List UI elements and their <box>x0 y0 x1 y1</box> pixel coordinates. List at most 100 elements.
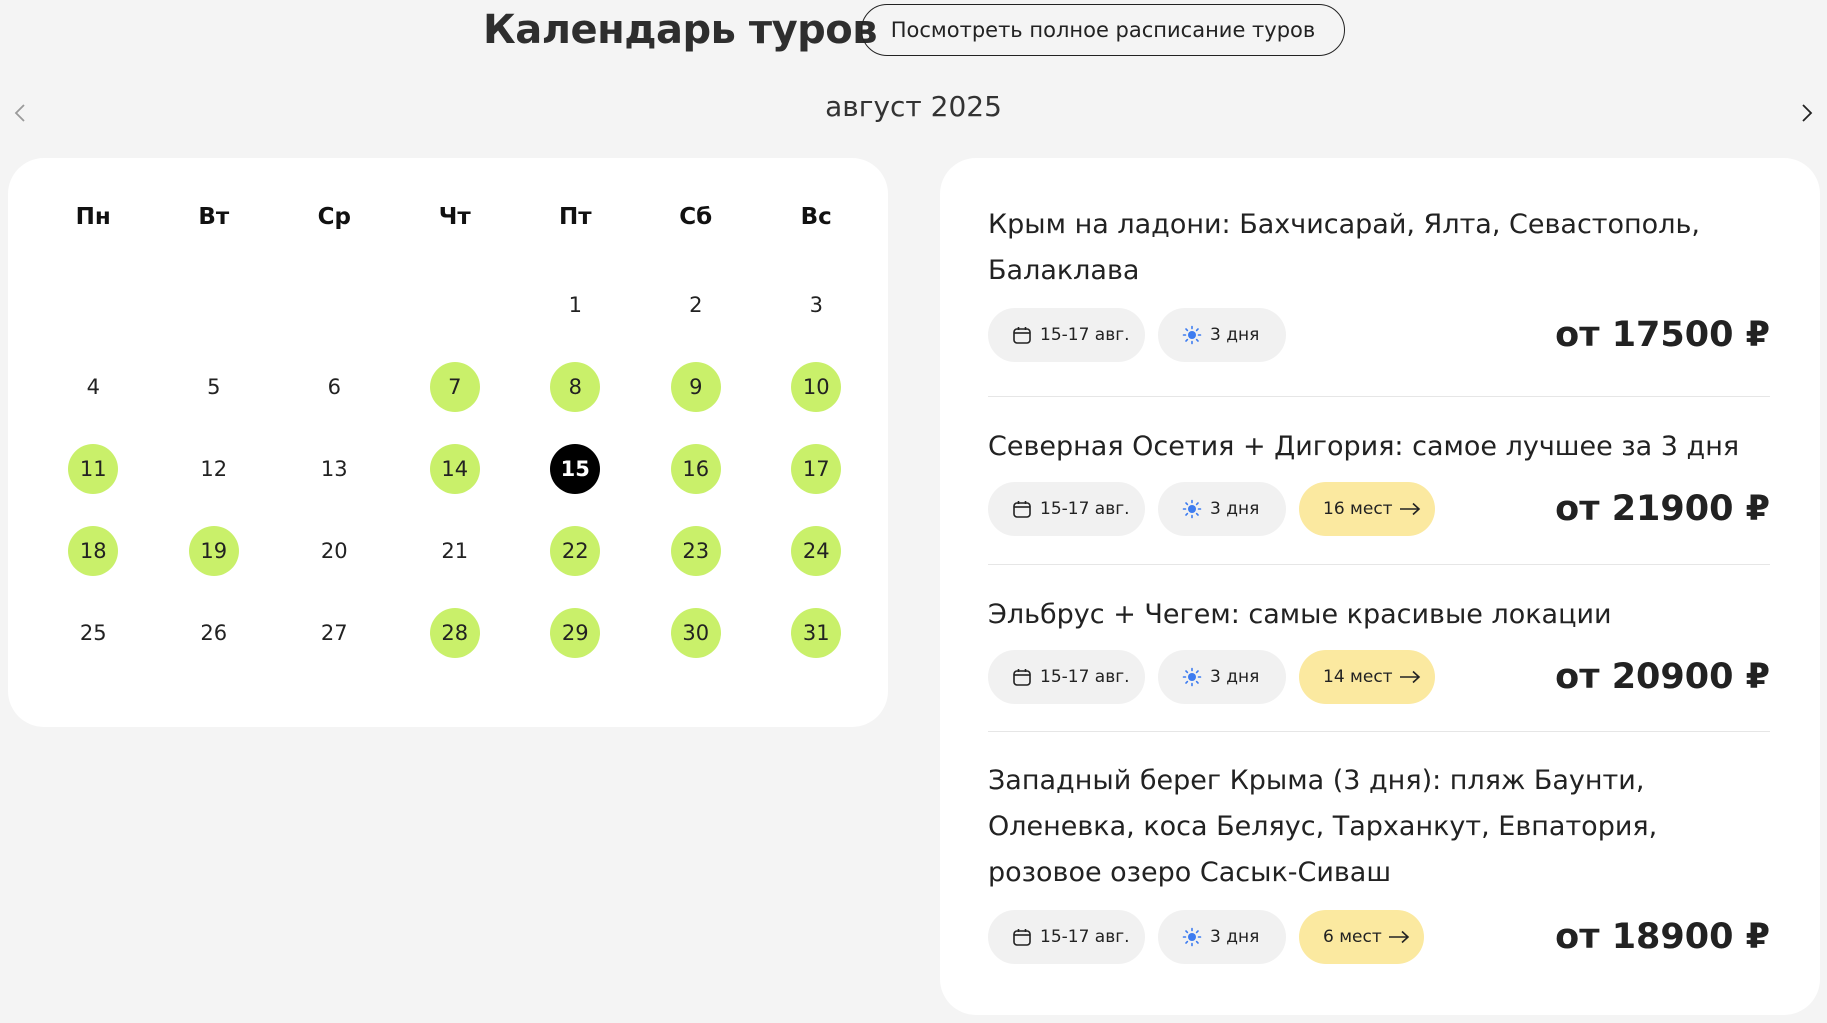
day-available[interactable]: 9 <box>670 362 721 412</box>
day: 2 <box>689 293 703 317</box>
tour-price: от 17500 ₽ <box>1555 315 1770 355</box>
day-available[interactable]: 8 <box>550 362 601 412</box>
tour-item: Северная Осетия + Дигория: самое лучшее … <box>988 424 1770 536</box>
tour-duration-chip: 3 дня <box>1158 910 1286 964</box>
page-title: Календарь туров <box>483 7 878 53</box>
tour-title[interactable]: Эльбрус + Чегем: самые красивые локации <box>988 592 1770 638</box>
day-cell: 20 <box>274 526 395 576</box>
day-cell: 28 <box>395 608 516 658</box>
day-cell: 9 <box>636 362 757 412</box>
divider <box>988 731 1770 732</box>
day: 25 <box>79 621 107 645</box>
tour-item: Западный берег Крыма (3 дня): пляж Баунт… <box>988 758 1770 964</box>
day-cell: 26 <box>154 608 275 658</box>
seats-label: 14 мест <box>1323 667 1393 687</box>
day-empty <box>309 280 359 330</box>
day-available[interactable]: 18 <box>68 526 119 576</box>
day: 1 <box>568 293 582 317</box>
day: 27 <box>320 621 348 645</box>
seats-label: 16 мест <box>1323 499 1393 519</box>
day-cell: 1 <box>515 280 636 330</box>
day-cell <box>154 280 275 330</box>
tour-title[interactable]: Северная Осетия + Дигория: самое лучшее … <box>988 424 1770 470</box>
seats-button[interactable]: 6 мест <box>1299 910 1424 964</box>
day-cell: 25 <box>33 608 154 658</box>
calendar-icon <box>1013 669 1031 686</box>
day: 21 <box>441 539 469 563</box>
tour-item: Крым на ладони: Бахчисарай, Ялта, Севаст… <box>988 202 1770 362</box>
day-cell: 13 <box>274 444 395 494</box>
sun-icon <box>1182 499 1202 519</box>
week-row: 1 2 3 <box>33 280 877 330</box>
day-available[interactable]: 28 <box>429 608 480 658</box>
weekday-label: Чт <box>438 204 471 230</box>
day-cell: 31 <box>756 608 877 658</box>
day-cell: 19 <box>154 526 275 576</box>
tour-dates: 15-17 авг. <box>1040 927 1130 947</box>
sun-icon <box>1182 927 1202 947</box>
chevron-right-icon <box>1802 104 1813 122</box>
week-row: 25 26 27 28 29 30 31 <box>33 608 877 658</box>
next-month-button[interactable] <box>1795 100 1819 126</box>
tour-dates: 15-17 авг. <box>1040 499 1130 519</box>
day-available[interactable]: 24 <box>791 526 842 576</box>
tour-item: Эльбрус + Чегем: самые красивые локации … <box>988 592 1770 704</box>
day-empty <box>68 280 118 330</box>
day-available[interactable]: 14 <box>429 444 480 494</box>
day-cell: 29 <box>515 608 636 658</box>
day-available[interactable]: 23 <box>670 526 721 576</box>
day-available[interactable]: 16 <box>670 444 721 494</box>
divider <box>988 396 1770 397</box>
tour-title[interactable]: Западный берег Крыма (3 дня): пляж Баунт… <box>988 758 1770 896</box>
day-cell: 30 <box>636 608 757 658</box>
tour-duration-chip: 3 дня <box>1158 482 1286 536</box>
day-cell: 10 <box>756 362 877 412</box>
tour-duration: 3 дня <box>1210 667 1260 687</box>
day-cell: 5 <box>154 362 275 412</box>
day-available[interactable]: 30 <box>670 608 721 658</box>
seats-button[interactable]: 16 мест <box>1299 482 1435 536</box>
tour-title[interactable]: Крым на ладони: Бахчисарай, Ялта, Севаст… <box>988 202 1770 294</box>
week-row: 11 12 13 14 15 16 17 <box>33 444 877 494</box>
day: 12 <box>200 457 228 481</box>
day-empty <box>189 280 239 330</box>
week-row: 4 5 6 7 8 9 10 <box>33 362 877 412</box>
day-cell: 12 <box>154 444 275 494</box>
weekday-label: Пт <box>558 204 592 230</box>
day-cell: 11 <box>33 444 154 494</box>
tour-duration: 3 дня <box>1210 325 1260 345</box>
tour-date-chip: 15-17 авг. <box>988 650 1145 704</box>
tour-date-chip: 15-17 авг. <box>988 308 1145 362</box>
tour-duration: 3 дня <box>1210 499 1260 519</box>
day-available[interactable]: 10 <box>791 362 842 412</box>
tour-dates: 15-17 авг. <box>1040 325 1130 345</box>
day: 3 <box>809 293 823 317</box>
day: 4 <box>86 375 100 399</box>
day-cell: 2 <box>636 280 757 330</box>
day-available[interactable]: 7 <box>429 362 480 412</box>
day-cell <box>33 280 154 330</box>
day-cell: 27 <box>274 608 395 658</box>
full-schedule-button[interactable]: Посмотреть полное расписание туров <box>861 4 1345 56</box>
arrow-right-icon <box>1399 502 1420 516</box>
day-cell: 24 <box>756 526 877 576</box>
seats-button[interactable]: 14 мест <box>1299 650 1435 704</box>
day: 20 <box>320 539 348 563</box>
tour-dates: 15-17 авг. <box>1040 667 1130 687</box>
arrow-right-icon <box>1388 930 1409 944</box>
tour-duration-chip: 3 дня <box>1158 650 1286 704</box>
day-available[interactable]: 31 <box>791 608 842 658</box>
day-available[interactable]: 11 <box>68 444 119 494</box>
weekday-label: Сб <box>679 204 713 230</box>
day-available[interactable]: 22 <box>550 526 601 576</box>
day-available[interactable]: 17 <box>791 444 842 494</box>
weekday-label: Пн <box>75 204 111 230</box>
divider <box>988 564 1770 565</box>
calendar-icon <box>1013 501 1031 518</box>
month-label: август 2025 <box>825 90 1002 123</box>
day-available[interactable]: 29 <box>550 608 601 658</box>
day-available[interactable]: 19 <box>188 526 239 576</box>
tour-price: от 20900 ₽ <box>1555 657 1770 697</box>
day-selected[interactable]: 15 <box>550 444 601 494</box>
day-cell: 8 <box>515 362 636 412</box>
